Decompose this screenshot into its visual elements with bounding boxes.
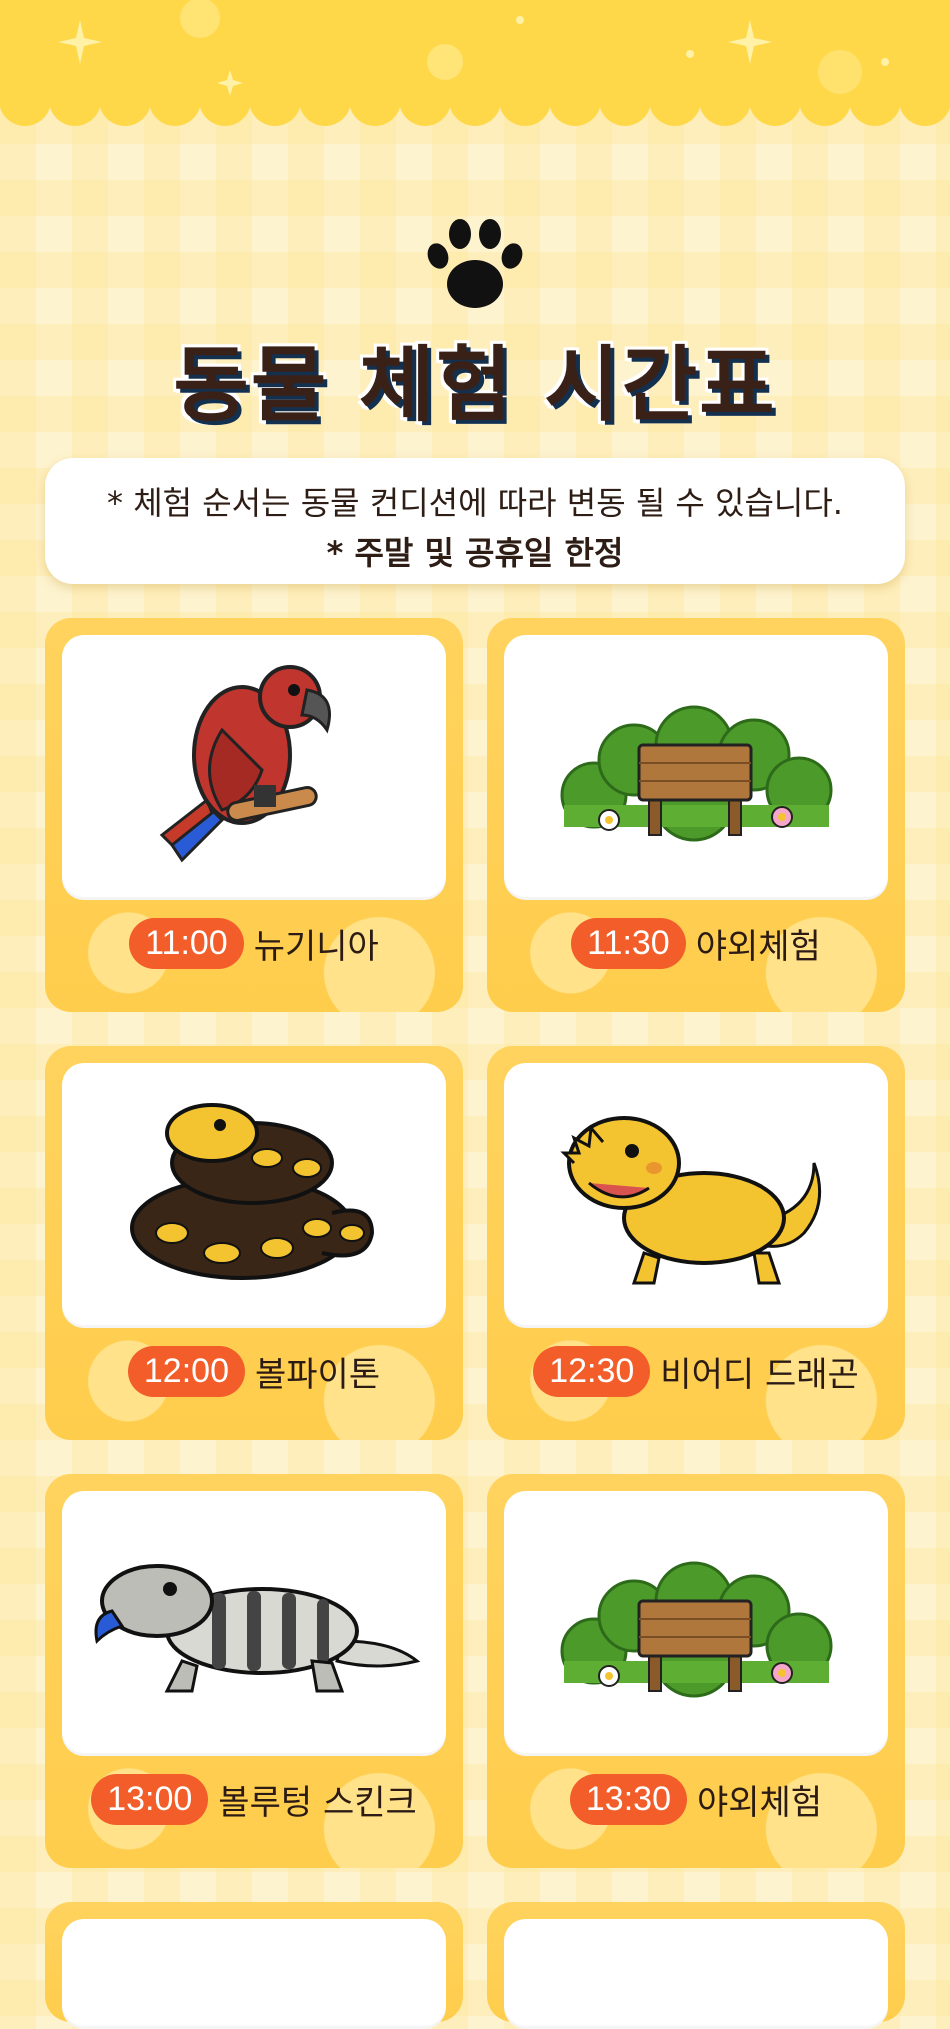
outdoor-sign-icon xyxy=(560,705,833,842)
schedule-card-partial xyxy=(487,1902,905,2029)
paw-icon xyxy=(420,216,530,312)
animal-name: 비어디 드래곤 xyxy=(660,1355,859,1395)
top-banner xyxy=(0,0,950,128)
animal-image xyxy=(504,635,888,900)
time-badge: 11:00 xyxy=(129,918,244,969)
time-badge: 13:30 xyxy=(569,1774,687,1825)
schedule-card: 12:00 볼파이톤 xyxy=(45,1046,463,1440)
animal-image xyxy=(62,635,446,900)
schedule-card: 13:00 볼루텅 스킨크 xyxy=(45,1474,463,1868)
schedule-card: 12:30 비어디 드래곤 xyxy=(487,1046,905,1440)
ball-python-icon xyxy=(130,1103,375,1280)
schedule-label: 12:00 볼파이톤 xyxy=(45,1346,463,1397)
animal-image xyxy=(504,1919,888,2029)
blue-tongue-skink-icon xyxy=(94,1564,421,1693)
schedule-card: 11:30 야외체험 xyxy=(487,618,905,1012)
animal-image xyxy=(62,1491,446,1756)
animal-name: 뉴기니아 xyxy=(253,927,379,967)
bearded-dragon-icon xyxy=(560,1116,822,1285)
schedule-card: 13:30 야외체험 xyxy=(487,1474,905,1868)
animal-name: 야외체험 xyxy=(695,927,821,967)
animal-image xyxy=(62,1919,446,2029)
animal-image xyxy=(62,1063,446,1328)
time-badge: 12:00 xyxy=(127,1346,245,1397)
animal-image xyxy=(504,1063,888,1328)
outdoor-sign-icon xyxy=(560,1561,833,1698)
notice-box: * 체험 순서는 동물 컨디션에 따라 변동 될 수 있습니다. * 주말 및 … xyxy=(45,458,905,584)
schedule-card-partial xyxy=(45,1902,463,2029)
notice-line-1: * 체험 순서는 동물 컨디션에 따라 변동 될 수 있습니다. xyxy=(107,484,843,522)
schedule-label: 11:00 뉴기니아 xyxy=(45,918,463,969)
time-badge: 13:00 xyxy=(91,1774,209,1825)
time-badge: 12:30 xyxy=(533,1346,651,1397)
schedule-label: 13:30 야외체험 xyxy=(487,1774,905,1825)
schedule-label: 12:30 비어디 드래곤 xyxy=(487,1346,905,1397)
schedule-card: 11:00 뉴기니아 xyxy=(45,618,463,1012)
schedule-label: 11:30 야외체험 xyxy=(487,918,905,969)
notice-line-2: * 주말 및 공휴일 한정 xyxy=(326,534,624,572)
page-title: 동물 체험 시간표 xyxy=(173,338,777,433)
time-badge: 11:30 xyxy=(571,918,686,969)
animal-name: 볼루텅 스킨크 xyxy=(218,1783,417,1823)
parrot-icon xyxy=(159,665,331,863)
animal-name: 볼파이톤 xyxy=(254,1355,381,1395)
animal-image xyxy=(504,1491,888,1756)
animal-name: 야외체험 xyxy=(696,1783,823,1823)
schedule-label: 13:00 볼루텅 스킨크 xyxy=(45,1774,463,1825)
